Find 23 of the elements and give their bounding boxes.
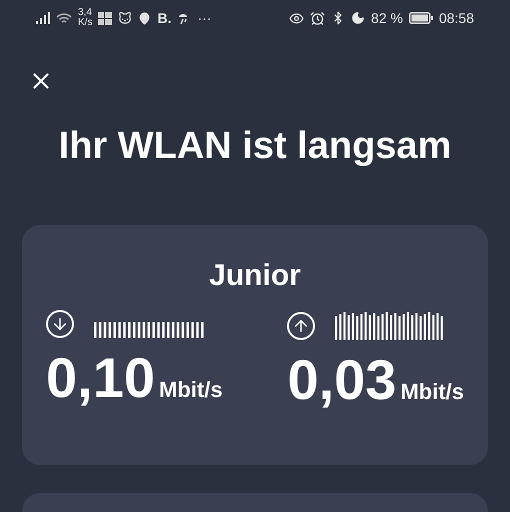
speed-value: 0,03: [287, 352, 396, 408]
location-icon: [138, 12, 152, 24]
moon-icon: [351, 11, 366, 25]
speed-value: 0,10: [46, 350, 155, 406]
alarm-icon: [310, 10, 326, 26]
speed-unit: Mbit/s: [400, 378, 464, 406]
cat-icon: [118, 11, 132, 25]
clock-time: 08:58: [438, 8, 474, 28]
carrier-mark: B.: [157, 8, 172, 28]
grid-app-icon: [98, 12, 112, 24]
signal-icon: [36, 12, 50, 24]
network-speed: 3,4: [78, 8, 92, 18]
network-speed-unit: K/s: [78, 18, 92, 28]
network-name: Junior: [209, 259, 301, 292]
more-notifications: ···: [197, 8, 212, 28]
upload-icon: [287, 312, 316, 340]
wifi-icon: [56, 12, 72, 24]
eye-icon: [289, 10, 304, 26]
battery-icon: [408, 12, 433, 24]
download-icon: [46, 310, 74, 338]
battery-percent: 82 %: [371, 8, 403, 28]
speed-unit: Mbit/s: [159, 376, 223, 404]
page-title: Ihr WLAN ist langsam: [58, 124, 452, 169]
